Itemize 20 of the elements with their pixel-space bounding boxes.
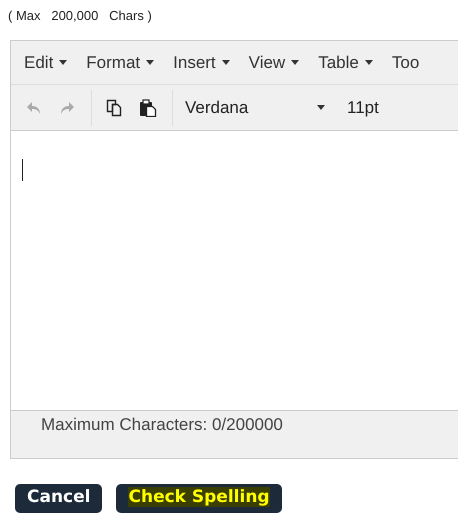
caret-icon bbox=[291, 60, 300, 65]
caret-icon bbox=[59, 60, 68, 65]
character-limit-text: ( Max 200,000 Chars ) bbox=[8, 8, 153, 23]
menu-button[interactable]: Too bbox=[392, 52, 420, 72]
caret-icon bbox=[317, 105, 325, 110]
caret-icon bbox=[222, 60, 230, 65]
cancel-button[interactable]: Cancel bbox=[15, 484, 102, 513]
menu-button[interactable]: View bbox=[248, 52, 300, 72]
menu-button[interactable]: Edit bbox=[24, 52, 68, 72]
font-size-dropdown[interactable]: 11pt bbox=[347, 98, 379, 118]
menu-button[interactable]: Insert bbox=[173, 52, 230, 72]
text-cursor bbox=[22, 159, 23, 181]
caret-icon bbox=[146, 60, 154, 65]
font-dropdown[interactable]: Verdana bbox=[185, 98, 325, 118]
caret-icon bbox=[364, 60, 373, 65]
menu-button[interactable]: Table bbox=[318, 52, 373, 72]
character-count: Maximum Characters: 0/200000 bbox=[41, 415, 283, 434]
menu-button[interactable]: Format bbox=[86, 52, 154, 72]
clipboard-icon[interactable] bbox=[137, 96, 159, 118]
check-spelling-button[interactable]: Check Spelling bbox=[116, 484, 282, 513]
